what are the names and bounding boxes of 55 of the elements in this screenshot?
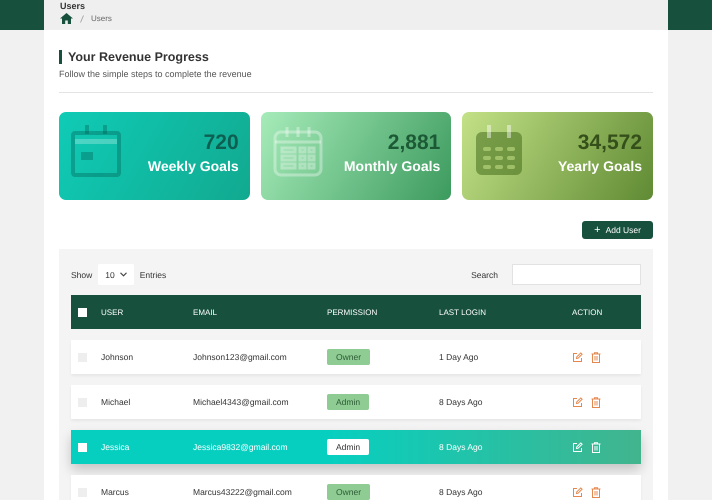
home-icon[interactable] <box>60 13 73 24</box>
last-login: 1 Day Ago <box>439 352 480 362</box>
table-row[interactable]: Johnson Johnson123@gmail.com Owner 1 Day Ago <box>71 340 641 374</box>
select-all-checkbox[interactable] <box>78 308 87 316</box>
last-login: 8 Days Ago <box>439 487 484 497</box>
goal-value: 34,572 <box>576 131 642 155</box>
edit-icon[interactable] <box>572 396 583 408</box>
column-header: EMAIL <box>193 308 218 316</box>
goal-label: Yearly Goals <box>558 158 642 174</box>
user-name: Marcus <box>101 487 130 497</box>
user-name: Michael <box>101 397 132 407</box>
chevron-down-icon <box>120 272 127 277</box>
page-title: Users <box>60 1 86 11</box>
table-row[interactable]: Marcus Marcus43222@gmail.com Owner 8 Days Ago <box>71 475 641 500</box>
column-header: LAST LOGIN <box>439 308 487 316</box>
goal-label: Weekly Goals <box>148 158 239 174</box>
search-label: Search <box>471 270 498 280</box>
breadcrumb-item[interactable]: Users <box>91 14 112 24</box>
breadcrumb-separator-icon <box>80 14 84 22</box>
permission-badge: Admin <box>327 439 370 455</box>
edit-icon[interactable] <box>572 486 583 498</box>
search-field[interactable] <box>512 264 641 285</box>
table-row[interactable]: Jessica Jessica9832@gmail.com Admin 8 Days Ago <box>71 430 641 464</box>
user-name: Johnson <box>101 352 134 362</box>
calendar-icon <box>272 125 323 177</box>
calendar-icon <box>71 125 121 177</box>
column-header: PERMISSION <box>327 308 378 316</box>
entries-label: Entries <box>140 270 166 280</box>
goal-label: Monthly Goals <box>344 158 440 174</box>
user-email: Michael4343@gmail.com <box>193 397 290 407</box>
section-title: Your Revenue Progress <box>59 50 653 64</box>
delete-icon[interactable] <box>591 486 601 498</box>
user-email: Johnson123@gmail.com <box>193 352 288 362</box>
last-login: 8 Days Ago <box>439 397 484 407</box>
delete-icon[interactable] <box>591 352 601 362</box>
permission-badge: Admin <box>327 394 370 410</box>
column-header: USER <box>101 308 124 316</box>
row-checkbox[interactable] <box>78 442 87 452</box>
permission-badge: Owner <box>327 349 370 365</box>
goal-value: 720 <box>202 131 239 155</box>
show-label: Show <box>71 270 92 280</box>
column-header: ACTION <box>572 308 604 316</box>
last-login: 8 Days Ago <box>439 442 484 452</box>
add-user-button[interactable]: + Add User <box>582 221 653 239</box>
delete-icon[interactable] <box>591 396 601 408</box>
edit-icon[interactable] <box>572 352 583 362</box>
user-email: Marcus43222@gmail.com <box>193 487 293 497</box>
section-subtitle: Follow the simple steps to complete the revenue <box>59 69 253 79</box>
goal-value: 2,881 <box>386 131 440 155</box>
user-email: Jessica9832@gmail.com <box>193 442 289 452</box>
table-row[interactable]: Michael Michael4343@gmail.com Admin 8 Days Ago <box>71 385 641 419</box>
permission-badge: Owner <box>327 484 370 500</box>
entries-select[interactable]: 10 <box>98 264 134 285</box>
user-name: Jessica <box>101 442 130 452</box>
calendar-icon <box>474 125 524 177</box>
